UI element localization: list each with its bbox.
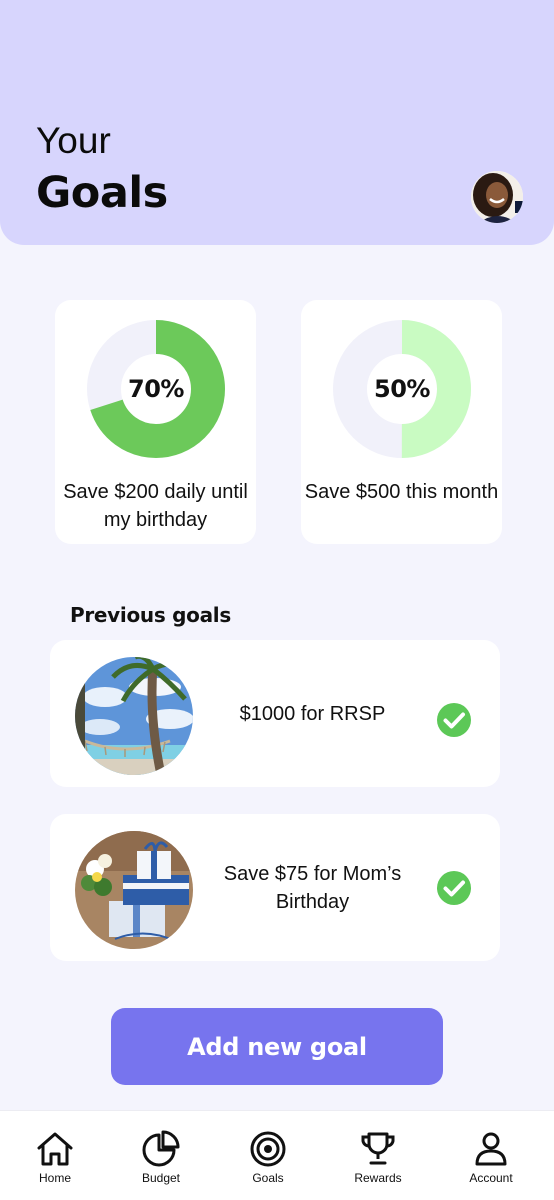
nav-label: Account <box>469 1171 513 1185</box>
goal-card-daily-savings[interactable]: 70% Save $200 daily until my birthday <box>55 300 256 544</box>
beach-hammock-photo <box>75 657 193 775</box>
user-avatar[interactable] <box>471 171 523 223</box>
header: Your Goals <box>0 0 554 245</box>
check-circle-icon <box>437 871 471 905</box>
progress-percent: 70% <box>128 375 184 403</box>
nav-label: Rewards <box>354 1171 402 1185</box>
previous-goal-label: $1000 for RRSP <box>239 702 386 725</box>
home-icon <box>37 1132 73 1166</box>
previous-goals-heading: Previous goals <box>70 603 231 627</box>
previous-goal-item[interactable]: Save $75 for Mom’s Birthday <box>50 814 500 961</box>
add-new-goal-button[interactable]: Add new goal <box>111 1008 443 1085</box>
nav-label: Budget <box>141 1171 181 1185</box>
target-icon <box>250 1131 286 1167</box>
bottom-nav: Home Budget Goals Rewards Account <box>0 1110 554 1200</box>
nav-item-account[interactable]: Account <box>451 1129 531 1195</box>
previous-goal-label: Save $75 for Mom’s Birthday <box>223 862 402 913</box>
page-title-prefix: Your <box>36 120 111 161</box>
goal-description: Save $200 daily until my birthday <box>63 481 248 531</box>
goal-description: Save $500 this month <box>304 481 499 503</box>
check-circle-icon <box>437 703 471 737</box>
trophy-icon <box>361 1132 395 1165</box>
nav-item-rewards[interactable]: Rewards <box>338 1129 418 1195</box>
gift-boxes-photo <box>75 831 193 949</box>
nav-label: Home <box>38 1171 71 1185</box>
goal-card-monthly-savings[interactable]: 50% Save $500 this month <box>301 300 502 544</box>
avatar-photo <box>471 171 523 223</box>
page-title: Goals <box>36 168 168 218</box>
user-icon <box>475 1132 507 1166</box>
previous-goal-item[interactable]: $1000 for RRSP <box>50 640 500 787</box>
nav-label: Goals <box>252 1171 284 1185</box>
nav-item-home[interactable]: Home <box>15 1129 95 1195</box>
pie-chart-icon <box>142 1130 180 1167</box>
progress-percent: 50% <box>374 375 430 403</box>
nav-item-budget[interactable]: Budget <box>121 1129 201 1195</box>
nav-item-goals[interactable]: Goals <box>228 1129 308 1195</box>
